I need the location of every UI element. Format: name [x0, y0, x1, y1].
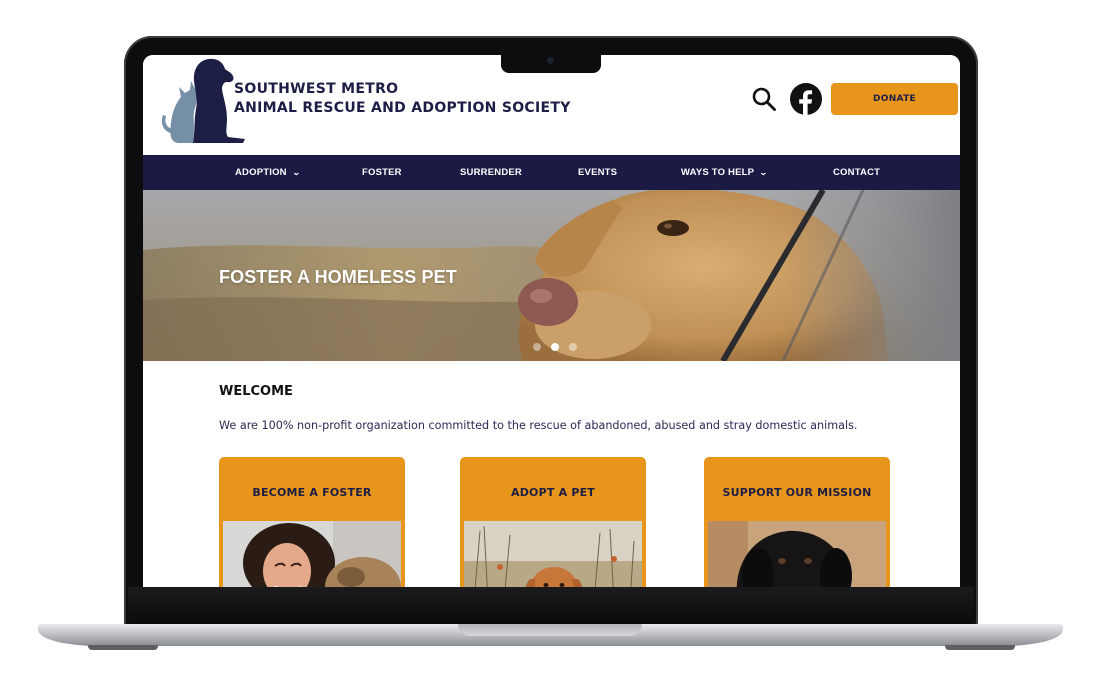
carousel-dot[interactable]: [569, 343, 577, 351]
carousel-dot-active[interactable]: [551, 343, 559, 351]
card-become-a-foster[interactable]: BECOME A FOSTER: [219, 457, 405, 587]
org-name-line1: SOUTHWEST METRO: [234, 81, 399, 97]
nav-item-label: FOSTER: [362, 167, 402, 178]
nav-item-label: WAYS TO HELP: [681, 167, 755, 178]
nav-item-foster[interactable]: FOSTER: [362, 155, 402, 190]
welcome-text: We are 100% non-profit organization comm…: [219, 419, 858, 432]
nav-item-label: ADOPTION: [235, 167, 287, 178]
nav-item-ways-to-help[interactable]: WAYS TO HELP ⌄: [681, 155, 769, 190]
laptop-foot: [88, 645, 158, 650]
search-icon[interactable]: [751, 86, 777, 112]
laptop-screen: SOUTHWEST METRO ANIMAL RESCUE AND ADOPTI…: [143, 55, 960, 587]
nav-item-label: EVENTS: [578, 167, 618, 178]
carousel-dot[interactable]: [533, 343, 541, 351]
laptop-foot: [945, 645, 1015, 650]
org-name[interactable]: SOUTHWEST METRO ANIMAL RESCUE AND ADOPTI…: [234, 80, 571, 118]
nav-item-label: CONTACT: [833, 167, 881, 178]
facebook-icon[interactable]: [790, 83, 822, 115]
card-adopt-a-pet[interactable]: ADOPT A PET: [460, 457, 646, 587]
nav-item-adoption[interactable]: ADOPTION ⌄: [235, 155, 300, 190]
chevron-down-icon: ⌄: [291, 168, 301, 177]
donate-button[interactable]: DONATE: [831, 83, 958, 115]
card-photo-foster: [223, 521, 401, 587]
camera-icon: [547, 57, 554, 64]
laptop-opening-groove: [458, 624, 642, 636]
hero-title: FOSTER A HOMELESS PET: [219, 267, 457, 287]
main-navigation: ADOPTION ⌄ FOSTER SURRENDER EVENTS WAYS T…: [143, 155, 960, 190]
card-title: ADOPT A PET: [510, 486, 595, 499]
chevron-down-icon: ⌄: [759, 168, 769, 177]
card-support-our-mission[interactable]: SUPPORT OUR MISSION: [704, 457, 890, 587]
laptop-chin: [128, 587, 974, 625]
camera-notch: [501, 52, 601, 73]
card-photo-adopt: [464, 521, 642, 587]
nav-item-label: SURRENDER: [460, 167, 522, 178]
hero-banner: FOSTER A HOMELESS PET: [143, 190, 960, 361]
org-name-line2: ANIMAL RESCUE AND ADOPTION SOCIETY: [234, 100, 571, 116]
welcome-heading: WELCOME: [219, 384, 293, 399]
card-title: SUPPORT OUR MISSION: [722, 486, 872, 499]
card-photo-support: [708, 521, 886, 587]
nav-item-surrender[interactable]: SURRENDER: [460, 155, 522, 190]
nav-item-events[interactable]: EVENTS: [578, 155, 617, 190]
carousel-dots: [533, 343, 583, 353]
nav-item-contact[interactable]: CONTACT: [833, 155, 880, 190]
card-title: BECOME A FOSTER: [252, 486, 372, 499]
